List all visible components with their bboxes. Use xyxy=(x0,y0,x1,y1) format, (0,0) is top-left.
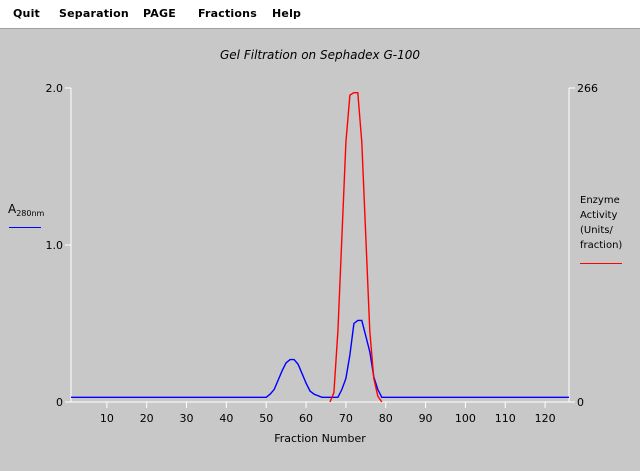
left-tick-label: 0 xyxy=(56,396,63,409)
x-tick-label: 20 xyxy=(140,412,154,425)
x-tick-label: 10 xyxy=(100,412,114,425)
left-tick-label: 2.0 xyxy=(46,82,64,95)
left-tick-label: 1.0 xyxy=(46,239,64,252)
x-tick-label: 30 xyxy=(180,412,194,425)
x-tick-label: 60 xyxy=(299,412,313,425)
right-tick-label: 266 xyxy=(577,82,598,95)
gel-filtration-chart: 10 20 30 40 50 60 70 80 90 100 110 120 0 1.0 2.0 0 266 xyxy=(46,82,599,425)
x-tick-label: 100 xyxy=(455,412,476,425)
right-tick-label: 0 xyxy=(577,396,584,409)
x-tick-label: 50 xyxy=(259,412,273,425)
x-axis-label: Fraction Number xyxy=(274,432,366,445)
enzyme-activity-line xyxy=(329,91,383,403)
x-tick-label: 120 xyxy=(535,412,556,425)
absorbance-line xyxy=(71,319,569,398)
x-tick-label: 110 xyxy=(495,412,516,425)
x-tick-label: 40 xyxy=(219,412,233,425)
x-tick-label: 90 xyxy=(419,412,433,425)
x-tick-label: 80 xyxy=(379,412,393,425)
x-tick-label: 70 xyxy=(339,412,353,425)
